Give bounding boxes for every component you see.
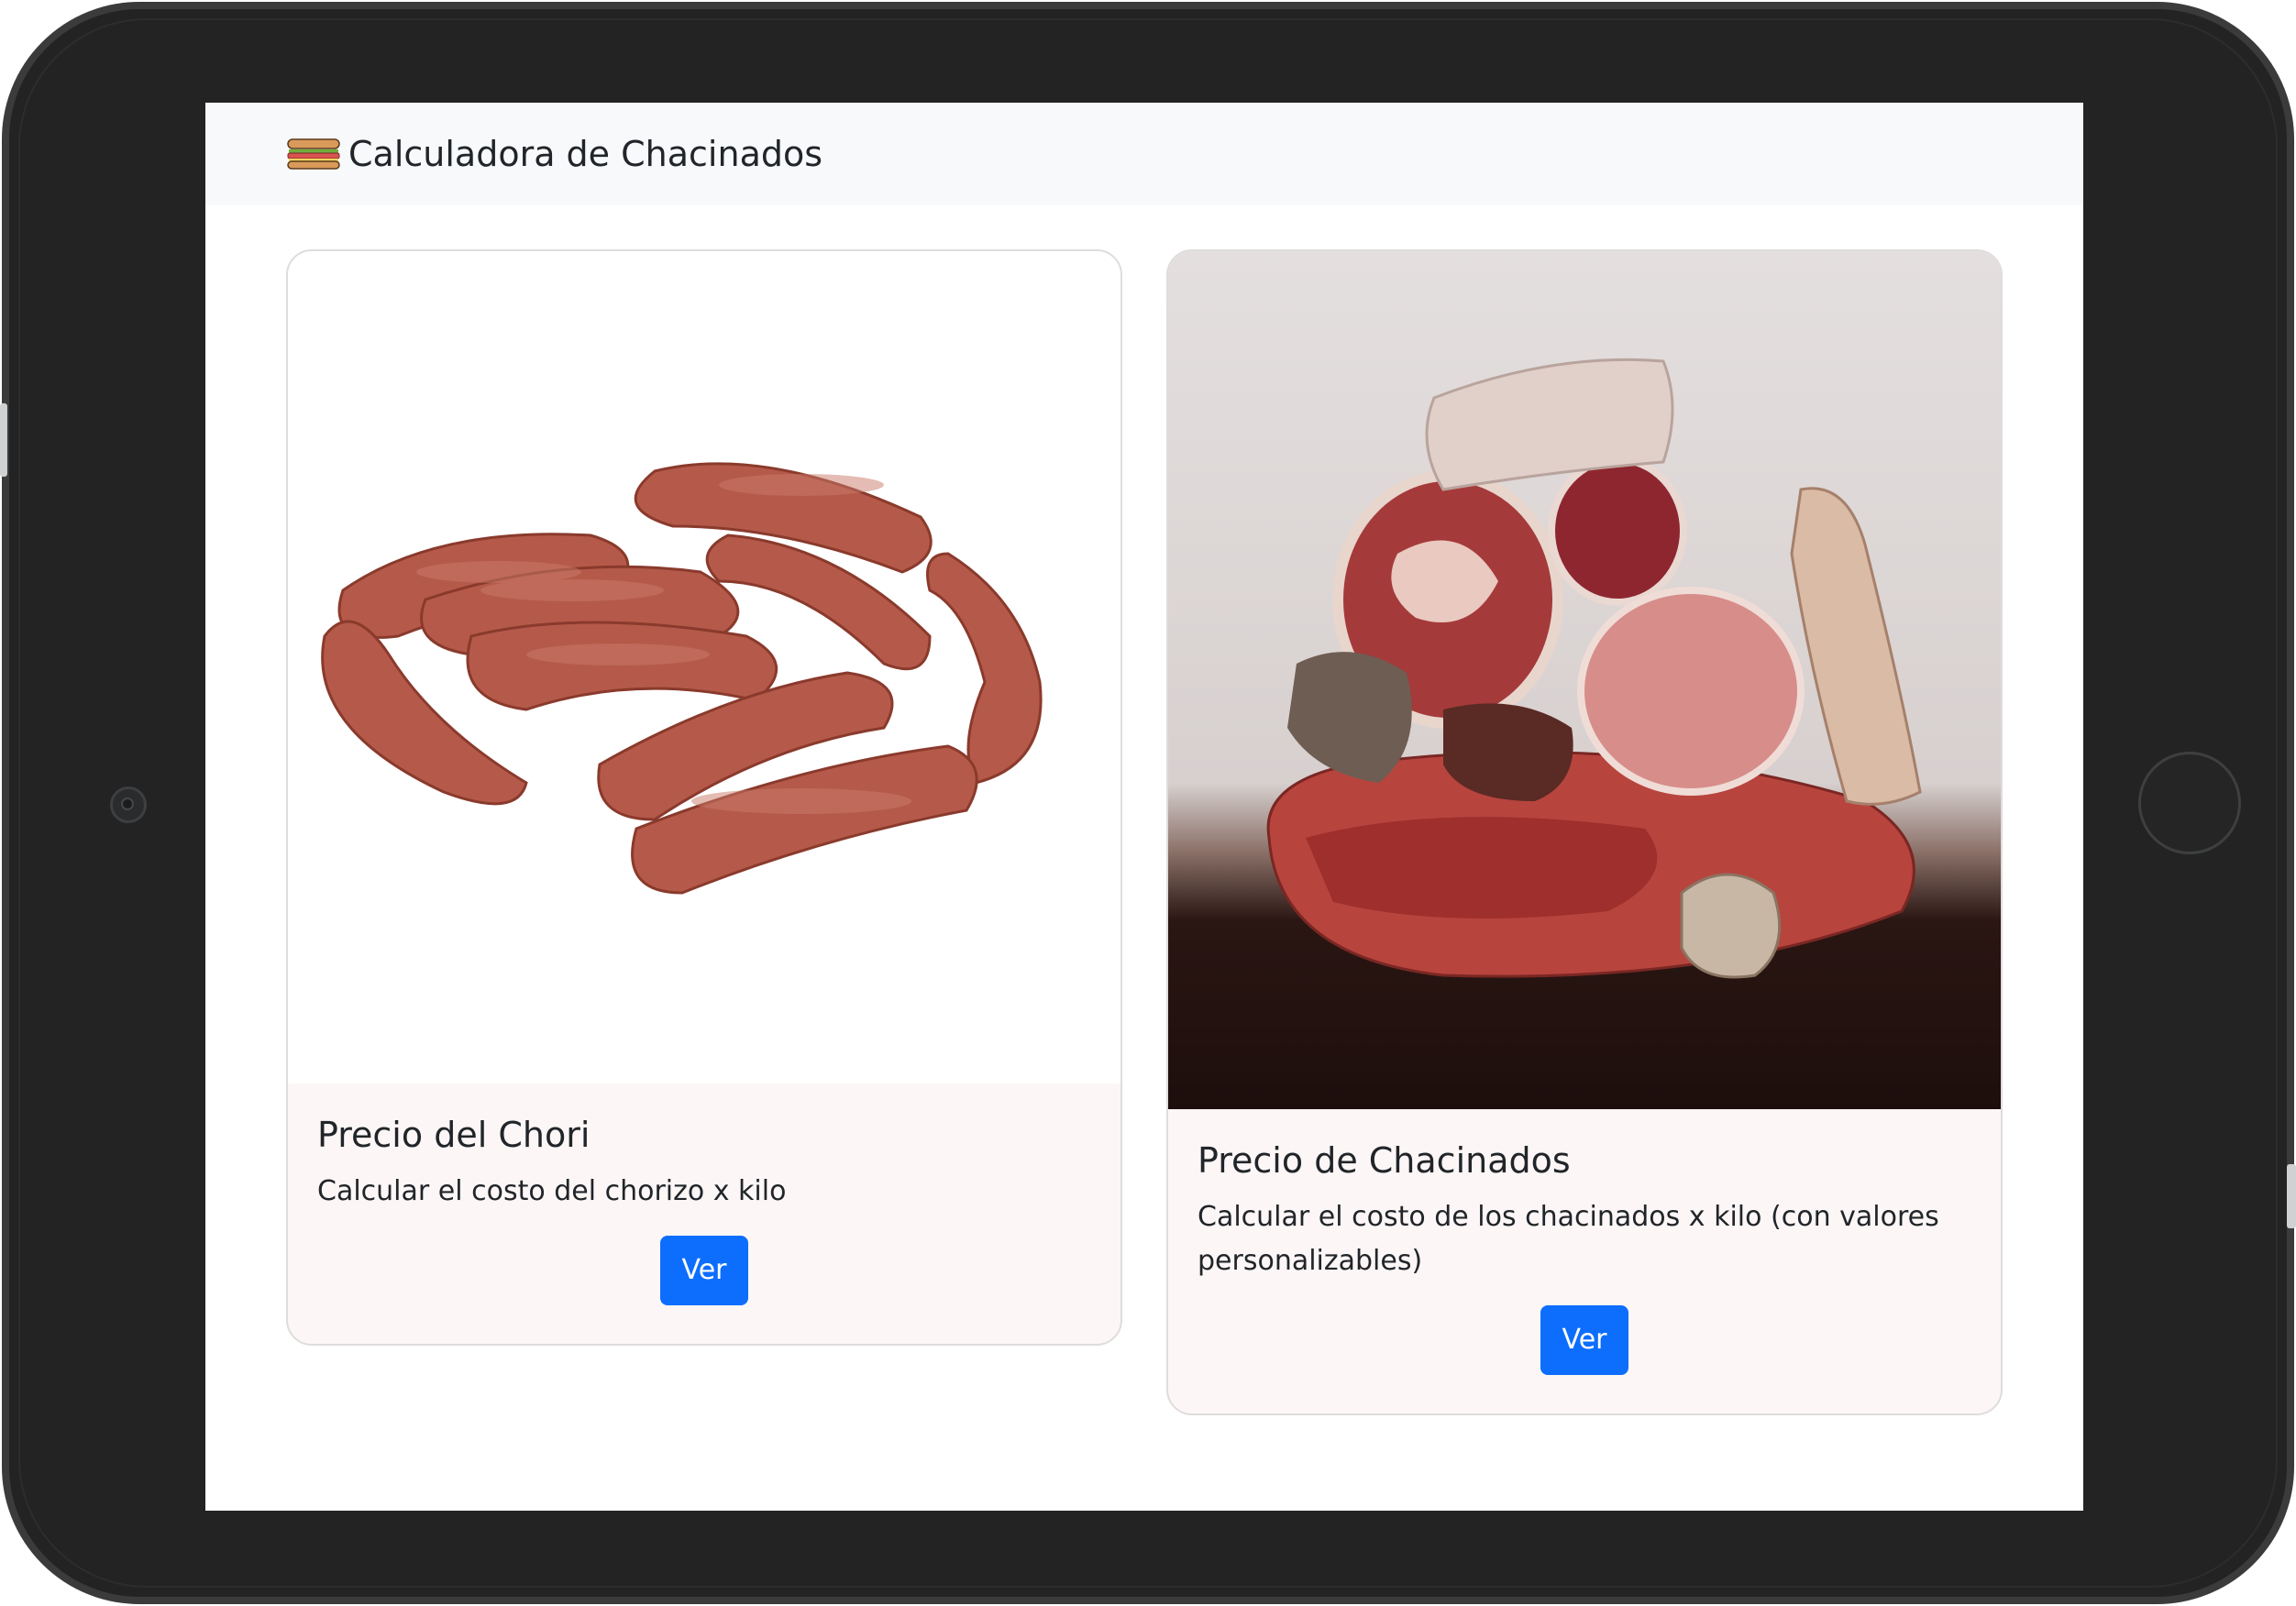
card-title: Precio de Chacinados [1198,1140,1571,1181]
navbar: Calculadora de Chacinados [205,103,2083,205]
card-description: Calcular el costo del chorizo x kilo [317,1175,787,1207]
card-chori: Precio del Chori Calcular el costo del c… [286,249,1122,1346]
ver-button[interactable]: Ver [659,1236,749,1305]
card-body: Precio de Chacinados Calcular el costo d… [1198,1109,1971,1375]
card-description: Calcular el costo de los chacinados x ki… [1198,1201,1939,1277]
app-screen: Calculadora de Chacinados Precio del Cho… [205,103,2083,1511]
charcuterie-meats-image [1168,251,2001,1109]
side-key [2287,1164,2296,1228]
sandwich-icon [287,138,340,170]
card-title: Precio del Chori [317,1115,591,1155]
ver-button[interactable]: Ver [1540,1305,1629,1375]
navbar-brand[interactable]: Calculadora de Chacinados [286,132,822,176]
card-body: Precio del Chori Calcular el costo del c… [317,1084,1091,1305]
chorizo-sausages-image [288,251,1120,1084]
home-button [2138,752,2241,854]
navbar-title: Calculadora de Chacinados [348,134,823,174]
front-camera [110,786,147,823]
card-chacinados: Precio de Chacinados Calcular el costo d… [1166,249,2003,1415]
volume-key [0,403,7,477]
